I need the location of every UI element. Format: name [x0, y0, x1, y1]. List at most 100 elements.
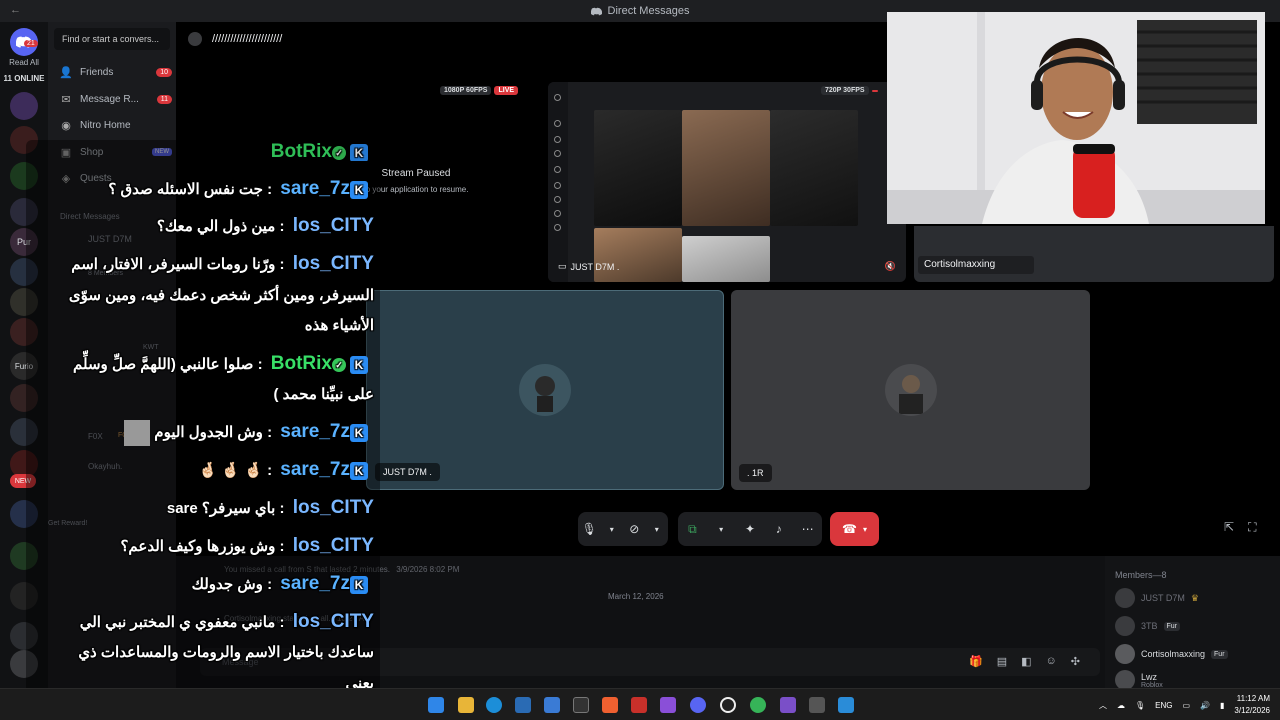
read-all-button[interactable]: Read All — [2, 58, 46, 67]
friends-badge: 10 — [156, 67, 172, 77]
camera-off-icon[interactable]: ⊘ — [624, 522, 644, 536]
avatar — [1115, 616, 1135, 636]
sticker-icon[interactable]: ◧ — [1021, 655, 1031, 668]
microphone-icon[interactable]: 🎙 — [579, 522, 599, 536]
gift-icon[interactable]: 🎁 — [969, 655, 983, 668]
live-badge-partial — [871, 89, 878, 92]
image-thumbnail[interactable] — [594, 110, 682, 226]
language-indicator[interactable]: ENG — [1155, 701, 1172, 710]
kick-platform-icon: K — [350, 181, 368, 200]
chat-message: los_CITY : مانبي معفوي ي المختبر نبي الي — [79, 611, 374, 632]
app-icon[interactable] — [544, 697, 560, 713]
tile-name-label: JUST D7M . — [375, 463, 440, 481]
window-title: Direct Messages — [607, 5, 690, 17]
windows-taskbar: ︿ ☁ 🎙 ENG ▭ 🔊 ▮ 11:12 AM 3/12/2026 — [0, 688, 1280, 720]
date-divider: March 12, 2026 — [608, 592, 664, 601]
emoji-icon[interactable]: ☺ — [1046, 655, 1057, 668]
tile-name-label: . 1R — [739, 464, 772, 482]
sidebar-item-message-requests[interactable]: ✉ Message R... 11 — [54, 87, 172, 111]
crown-icon: ♛ — [1190, 592, 1199, 603]
member-item[interactable]: Lwz Roblox — [1115, 670, 1163, 690]
message-requests-badge: 11 — [156, 94, 172, 104]
sidebar-item-nitro[interactable]: ◉ Nitro Home — [54, 113, 172, 137]
friends-icon: 👤 — [59, 66, 73, 79]
chat-message: Ksare_7z : وش جدولك — [34, 572, 374, 596]
app-icon[interactable] — [660, 697, 676, 713]
window-controls: ⇱ ⛶ — [1224, 520, 1256, 535]
app-icon[interactable] — [750, 697, 766, 713]
start-icon[interactable] — [428, 697, 444, 713]
image-thumbnail[interactable] — [682, 236, 770, 282]
gif-icon[interactable]: ▤ — [997, 655, 1007, 668]
brave-icon[interactable] — [602, 697, 618, 713]
app-icon[interactable] — [631, 697, 647, 713]
activities-icon[interactable]: ✦ — [740, 522, 760, 536]
participant-tile[interactable]: . 1R — [731, 290, 1090, 490]
input-actions: 🎁 ▤ ◧ ☺ ✣ — [969, 655, 1080, 668]
nitro-icon: ◉ — [61, 119, 71, 132]
image-thumbnail[interactable] — [594, 228, 682, 282]
sidebar-item-label: Message R... — [80, 93, 139, 105]
app-icon[interactable] — [838, 697, 854, 713]
members-header: Members—8 — [1115, 570, 1167, 580]
avatar — [1115, 644, 1135, 664]
chevron-up-icon[interactable]: ︿ — [1099, 700, 1107, 711]
chevron-down-icon[interactable]: ▾ — [711, 525, 731, 534]
member-item[interactable]: Cortisolmaxxing Fur — [1115, 644, 1228, 664]
chat-emote-image — [124, 420, 151, 447]
dm-search-input[interactable]: Find or start a convers... — [54, 28, 170, 50]
volume-icon[interactable]: 🔊 — [1200, 701, 1210, 710]
member-item[interactable]: JUST D7M ♛ — [1115, 588, 1199, 608]
obs-icon[interactable] — [720, 697, 736, 713]
member-item[interactable]: 3TB Fur — [1115, 616, 1181, 636]
kick-platform-icon: K — [350, 462, 368, 481]
chevron-down-icon[interactable]: ▾ — [602, 525, 622, 534]
file-explorer-icon[interactable] — [458, 697, 474, 713]
sidebar-item-friends[interactable]: 👤 Friends 10 — [54, 60, 172, 84]
edge-icon[interactable] — [486, 697, 502, 713]
quality-label: 720P 30FPS — [821, 86, 869, 95]
more-options-icon[interactable]: ⋯ — [798, 522, 818, 536]
home-unread-badge: 21 — [24, 40, 38, 47]
participant-tile[interactable]: Cortisolmaxxing — [914, 226, 1274, 282]
message-timestamp: 3/9/2026 8:02 PM — [396, 565, 460, 574]
pop-out-icon[interactable]: ⇱ — [1224, 520, 1234, 535]
battery-icon[interactable]: ▮ — [1220, 701, 1224, 710]
kick-platform-icon: K — [350, 144, 368, 161]
chat-message-continued: السيرفر، ومين أكثر شخص دعمك فيه، ومين سو… — [68, 287, 374, 304]
chevron-down-icon[interactable]: ▾ — [863, 525, 867, 534]
online-count: 11 ONLINE — [3, 74, 45, 83]
back-arrow-icon[interactable]: ← — [10, 4, 21, 16]
vscode-icon[interactable] — [780, 697, 796, 713]
fullscreen-icon[interactable]: ⛶ — [1248, 520, 1256, 535]
terminal-icon[interactable] — [573, 697, 589, 713]
share-screen-icon[interactable]: ⧉ — [682, 522, 702, 537]
avatar — [1115, 588, 1135, 608]
chevron-down-icon[interactable]: ▾ — [647, 525, 667, 534]
chat-message-continued: ساعدك باختيار الاسم والرومات والمساعدات … — [78, 644, 374, 661]
channel-name[interactable]: /////////////////////// — [212, 33, 282, 45]
image-thumbnail[interactable] — [682, 110, 770, 226]
discord-icon[interactable] — [690, 697, 706, 713]
image-thumbnail[interactable] — [770, 110, 858, 226]
apps-icon[interactable]: ✣ — [1071, 655, 1080, 668]
server-icon[interactable] — [10, 92, 38, 120]
network-icon[interactable]: ▭ — [1182, 701, 1190, 710]
chat-message: los_CITY : ورّنا رومات السيرفر، الافتار،… — [71, 253, 374, 274]
webcam-image — [887, 12, 1265, 224]
app-icon[interactable] — [809, 697, 825, 713]
store-icon[interactable] — [515, 697, 531, 713]
disconnect-button[interactable]: ☎ ▾ — [830, 512, 879, 546]
member-tag: Fur — [1211, 649, 1228, 659]
mic-icon[interactable]: 🎙 — [1135, 701, 1145, 710]
group-avatar — [188, 32, 202, 46]
clock[interactable]: 11:12 AM 3/12/2026 — [1234, 693, 1270, 717]
screenshare-tile[interactable]: ▭ JUST D7M . 🔇 — [548, 82, 906, 282]
mute-stream-icon[interactable]: 🔇 — [885, 261, 896, 272]
onedrive-icon[interactable]: ☁ — [1117, 701, 1125, 710]
soundboard-icon[interactable]: ♪ — [769, 522, 789, 536]
participant-tile[interactable]: JUST D7M . — [366, 290, 724, 490]
mail-icon: ✉ — [61, 93, 71, 106]
tile-name-label: ▭ JUST D7M . — [558, 261, 620, 272]
screen-icon: ▭ — [558, 261, 567, 271]
